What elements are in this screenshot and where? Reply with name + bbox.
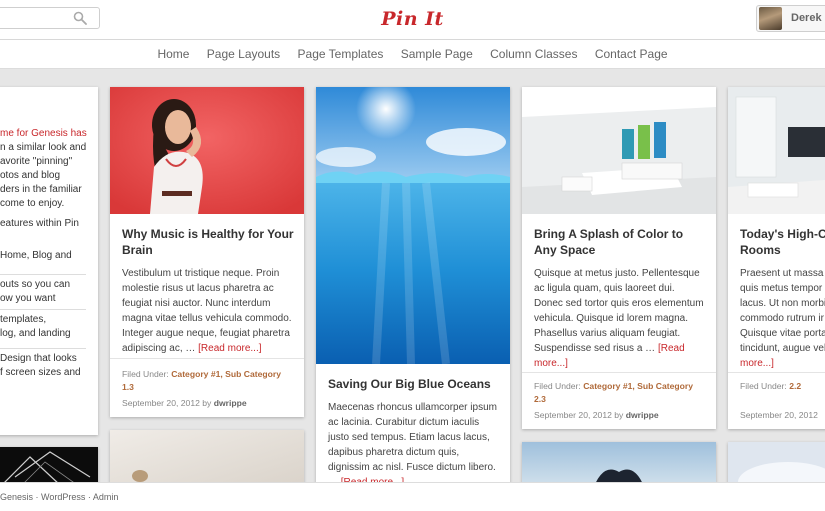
post-author[interactable]: dwrippe <box>214 398 247 408</box>
main-nav: Home Page Layouts Page Templates Sample … <box>0 40 825 69</box>
post-image-interior[interactable] <box>728 87 825 214</box>
intro-line: outs so you can <box>0 279 71 290</box>
marble-image[interactable] <box>110 430 304 490</box>
post-thumbnail-card[interactable] <box>0 447 98 487</box>
site-logo[interactable]: Pin It <box>0 8 825 30</box>
intro-line: Design that looks <box>0 353 77 364</box>
nav-page-templates[interactable]: Page Templates <box>298 47 384 61</box>
user-menu[interactable]: Derek <box>756 5 825 32</box>
post-image-woman[interactable] <box>110 87 304 214</box>
avatar <box>759 7 782 30</box>
intro-card: me for Genesis has n a similar look and … <box>0 87 98 435</box>
intro-line: Home, Blog and <box>0 250 72 261</box>
post-categories[interactable]: 2.2 <box>789 381 801 391</box>
intro-line: f screen sizes and <box>0 367 81 378</box>
post-meta: Filed Under: Category #1, Sub Category 1… <box>122 369 282 392</box>
read-more-link[interactable]: more...] <box>740 358 774 369</box>
divider <box>728 372 825 373</box>
intro-line: log, and landing <box>0 328 71 339</box>
post-image-room[interactable] <box>522 87 716 214</box>
post-title[interactable]: Bring A Splash of Color to Any Space <box>534 226 706 258</box>
divider <box>0 274 86 275</box>
post-meta: Filed Under: Category #1, Sub Category 2… <box>534 381 694 404</box>
post-title[interactable]: Today's High-Cl Rooms <box>740 226 825 258</box>
post-card: Saving Our Big Blue Oceans Maecenas rhon… <box>316 87 510 497</box>
post-image-ocean[interactable] <box>316 87 510 364</box>
post-date: September 20, 2012 <box>740 410 818 420</box>
intro-line: ow you want <box>0 293 56 304</box>
intro-line: come to enjoy. <box>0 198 65 209</box>
read-more-link[interactable]: [Read more...] <box>198 343 261 354</box>
footer: Genesis · WordPress · Admin <box>0 482 825 511</box>
post-excerpt: Maecenas rhoncus ullamcorper ipsum ac la… <box>328 400 500 490</box>
nav-sample-page[interactable]: Sample Page <box>401 47 473 61</box>
post-thumbnail-card[interactable] <box>110 430 304 490</box>
post-author[interactable]: dwrippe <box>626 410 659 420</box>
post-card: Today's High-Cl Rooms Praesent ut massa … <box>728 87 825 429</box>
nav-column-classes[interactable]: Column Classes <box>490 47 577 61</box>
intro-line: avorite "pinning" <box>0 156 73 167</box>
post-date: September 20, 2012 by dwrippe <box>122 398 247 408</box>
intro-line: eatures within Pin <box>0 218 79 229</box>
divider <box>0 309 86 310</box>
post-meta: Filed Under: 2.2 <box>740 381 802 391</box>
nav-contact-page[interactable]: Contact Page <box>595 47 668 61</box>
nav-home[interactable]: Home <box>157 47 189 61</box>
intro-line: me for Genesis has <box>0 128 87 139</box>
divider <box>522 372 716 373</box>
post-card: Why Music is Healthy for Your Brain Vest… <box>110 87 304 417</box>
post-card: Bring A Splash of Color to Any Space Qui… <box>522 87 716 429</box>
post-excerpt: Quisque at metus justo. Pellentesque ac … <box>534 268 704 369</box>
footer-links[interactable]: Genesis · WordPress · Admin <box>0 492 118 502</box>
post-excerpt: Praesent ut massa quis metus tempor lacu… <box>740 268 825 369</box>
intro-line: ders in the familiar <box>0 184 82 195</box>
post-title[interactable]: Saving Our Big Blue Oceans <box>328 376 500 392</box>
intro-line: n a similar look and <box>0 142 87 153</box>
abstract-image[interactable] <box>0 447 98 487</box>
post-title[interactable]: Why Music is Healthy for Your Brain <box>122 226 294 258</box>
divider <box>110 358 304 359</box>
nav-page-layouts[interactable]: Page Layouts <box>207 47 280 61</box>
post-date: September 20, 2012 by dwrippe <box>534 410 659 420</box>
divider <box>0 348 86 349</box>
post-excerpt: Vestibulum ut tristique neque. Proin mol… <box>122 268 292 354</box>
top-bar: Pin It Derek <box>0 0 825 40</box>
intro-line: templates, <box>0 314 47 325</box>
intro-line: otos and blog <box>0 170 61 181</box>
username: Derek <box>791 12 822 24</box>
